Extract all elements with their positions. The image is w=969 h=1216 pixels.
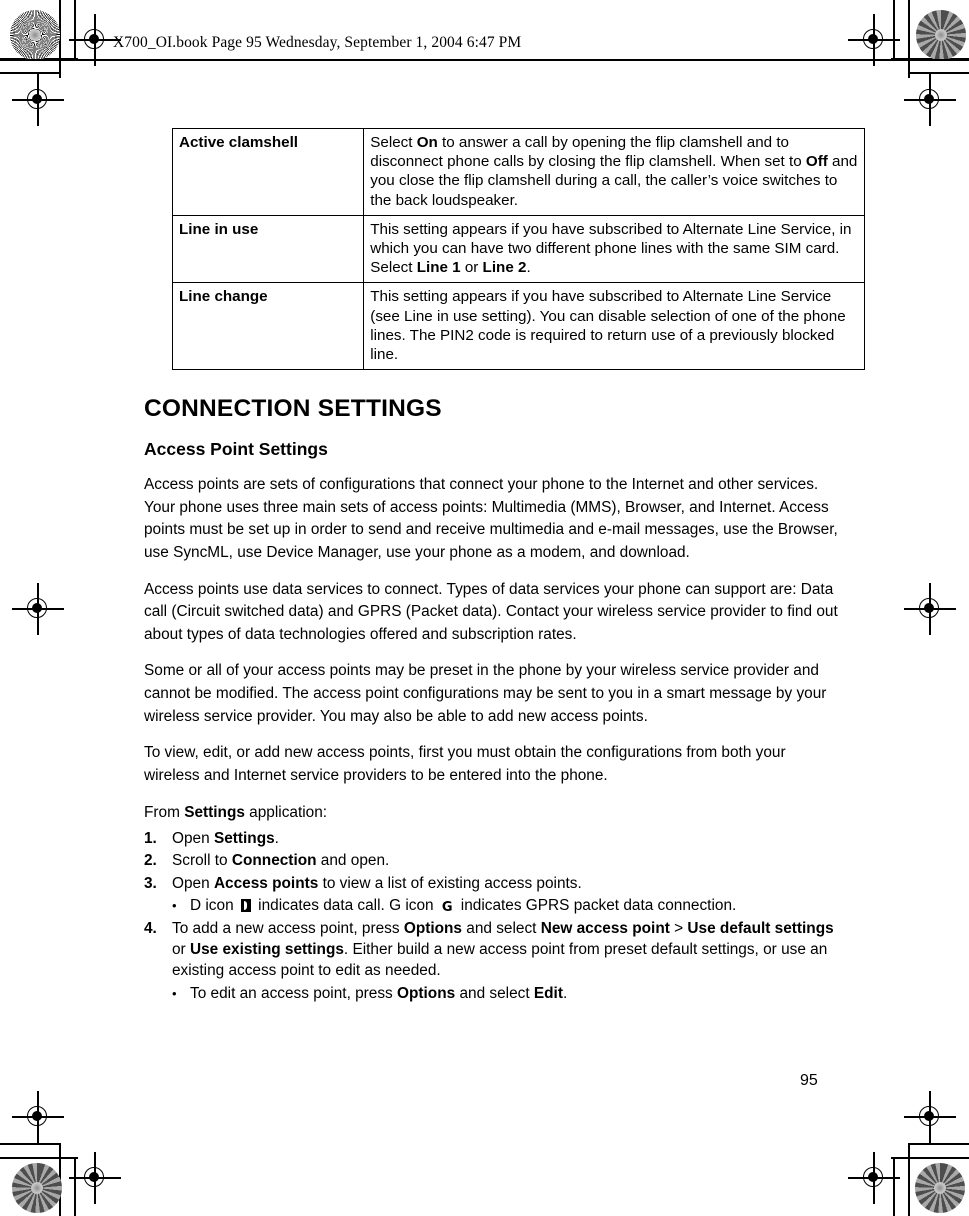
step-sub-bullet: • D icon indicates data call. G icon G in… <box>144 895 841 916</box>
crop-line-top-right-h2 <box>909 72 969 74</box>
step-sub-bullet: • To edit an access point, press Options … <box>144 983 841 1004</box>
emphasis-text: Connection <box>231 852 317 870</box>
registration-mark-middle-right <box>904 583 956 635</box>
registration-mark-upper-right <box>904 74 956 126</box>
procedure-step: 1. Open Settings. <box>144 828 841 849</box>
procedure-step: 4. To add a new access point, press Optio… <box>144 918 841 982</box>
emphasis-text: Access points <box>213 874 319 892</box>
sub-bullet-text: D icon indicates data call. G icon G ind… <box>190 897 737 916</box>
registration-dot <box>32 1111 42 1121</box>
bullet-marker-icon: • <box>172 898 177 914</box>
body-paragraph: Access points use data services to conne… <box>144 580 838 643</box>
book-header-line: X700_OI.book Page 95 Wednesday, Septembe… <box>113 34 522 51</box>
setting-description-cell: Select On to answer a call by opening th… <box>363 128 865 216</box>
crop-line-top-right-v2 <box>893 0 895 59</box>
starburst-target-bottom-left <box>12 1163 62 1213</box>
registration-dot <box>89 1172 99 1182</box>
body-paragraph: To view, edit, or add new access points,… <box>144 744 786 784</box>
registration-dot <box>868 34 878 44</box>
registration-mark-bottom-right <box>848 1152 900 1204</box>
registration-mark-lower-left <box>12 1091 64 1143</box>
crop-line-top-left-h2 <box>0 72 60 74</box>
crop-line-top-left-v2 <box>74 0 76 59</box>
page-content: Active clamshell Select On to answer a ca… <box>144 128 865 1004</box>
step-number: 3. <box>144 874 157 892</box>
step-text: Open Access points to view a list of exi… <box>172 874 582 892</box>
procedure-step: 3. Open Access points to view a list of e… <box>144 873 841 894</box>
starburst-core <box>31 1182 43 1194</box>
sub-bullet-text: To edit an access point, press Options a… <box>190 984 568 1002</box>
registration-dot <box>89 34 99 44</box>
emphasis-text: Off <box>805 153 828 171</box>
gprs-icon: G <box>441 900 453 916</box>
emphasis-text: Line 2 <box>482 259 527 277</box>
step-number: 4. <box>144 919 157 937</box>
crop-line-bottom-right-h <box>909 1143 969 1145</box>
body-paragraphs: Access points are sets of configurations… <box>144 474 841 787</box>
settings-table-body: Active clamshell Select On to answer a ca… <box>171 128 865 371</box>
step-number: 1. <box>144 829 157 847</box>
crop-line-bottom-left-v <box>74 1158 76 1216</box>
step-text: Open Settings. <box>172 829 279 847</box>
emphasis-text: Edit <box>533 984 563 1002</box>
crop-line-bottom-left-h <box>0 1143 60 1145</box>
page-title: CONNECTION SETTINGS <box>144 395 442 423</box>
registration-dot <box>924 1111 934 1121</box>
registration-mark-upper-left <box>12 74 64 126</box>
settings-table: Active clamshell Select On to answer a ca… <box>171 128 865 371</box>
body-paragraph: Access points are sets of configurations… <box>144 476 838 562</box>
setting-name-cell: Line in use <box>171 214 365 284</box>
starburst-core <box>935 29 947 41</box>
table-row: Active clamshell Select On to answer a ca… <box>171 128 865 216</box>
crop-line-bottom-right-v2 <box>908 1143 910 1216</box>
subsection-title: Access Point Settings <box>144 439 328 460</box>
emphasis-text: Use existing settings <box>189 940 344 958</box>
body-paragraph: Some or all of your access points may be… <box>144 662 827 725</box>
emphasis-text: Settings <box>184 804 245 822</box>
data-call-icon <box>240 899 251 913</box>
registration-mark-bottom-left <box>69 1152 121 1204</box>
setting-name-cell: Active clamshell <box>171 128 365 216</box>
registration-mark-top-left <box>69 14 121 66</box>
emphasis-text: New access point <box>540 919 670 937</box>
registration-dot <box>924 94 934 104</box>
starburst-target-top-right <box>916 10 966 60</box>
setting-description-cell: This setting appears if you have subscri… <box>363 214 865 284</box>
registration-dot <box>32 603 42 613</box>
crop-line-bottom-right-v <box>893 1158 895 1216</box>
crop-line-bottom-right-h2 <box>891 1157 969 1159</box>
from-settings-line: From Settings application: <box>144 804 328 822</box>
starburst-target-bottom-right <box>915 1163 965 1213</box>
setting-name-cell: Line change <box>171 282 365 371</box>
table-row: Line change This setting appears if you h… <box>171 282 865 371</box>
step-text: To add a new access point, press Options… <box>172 919 834 980</box>
table-row: Line in use This setting appears if you h… <box>171 214 865 284</box>
step-text: Scroll to Connection and open. <box>172 852 390 870</box>
registration-mark-top-right <box>848 14 900 66</box>
procedure-step: 2. Scroll to Connection and open. <box>144 850 841 871</box>
starburst-target-top-left <box>10 10 60 60</box>
emphasis-text: Use default settings <box>687 919 834 937</box>
step-number: 2. <box>144 852 157 870</box>
registration-mark-middle-left <box>12 583 64 635</box>
registration-mark-lower-right <box>904 1091 956 1143</box>
registration-dot <box>868 1172 878 1182</box>
emphasis-text: Options <box>403 919 462 937</box>
page-number: 95 <box>800 1072 818 1089</box>
header-divider <box>0 59 969 61</box>
registration-dot <box>32 94 42 104</box>
setting-description-cell: This setting appears if you have subscri… <box>363 282 865 371</box>
emphasis-text: On <box>416 134 438 151</box>
registration-dot <box>924 603 934 613</box>
crop-line-top-right-v <box>908 0 910 78</box>
bullet-marker-icon: • <box>172 985 177 1001</box>
emphasis-text: Settings <box>213 829 275 847</box>
crop-line-bottom-left-h2 <box>0 1157 78 1159</box>
emphasis-text: Options <box>397 984 456 1002</box>
emphasis-text: Line 1 <box>416 259 461 277</box>
starburst-core <box>934 1182 946 1194</box>
starburst-core <box>29 29 41 41</box>
procedure-steps: 1. Open Settings. 2. Scroll to Connection a… <box>144 828 841 1004</box>
